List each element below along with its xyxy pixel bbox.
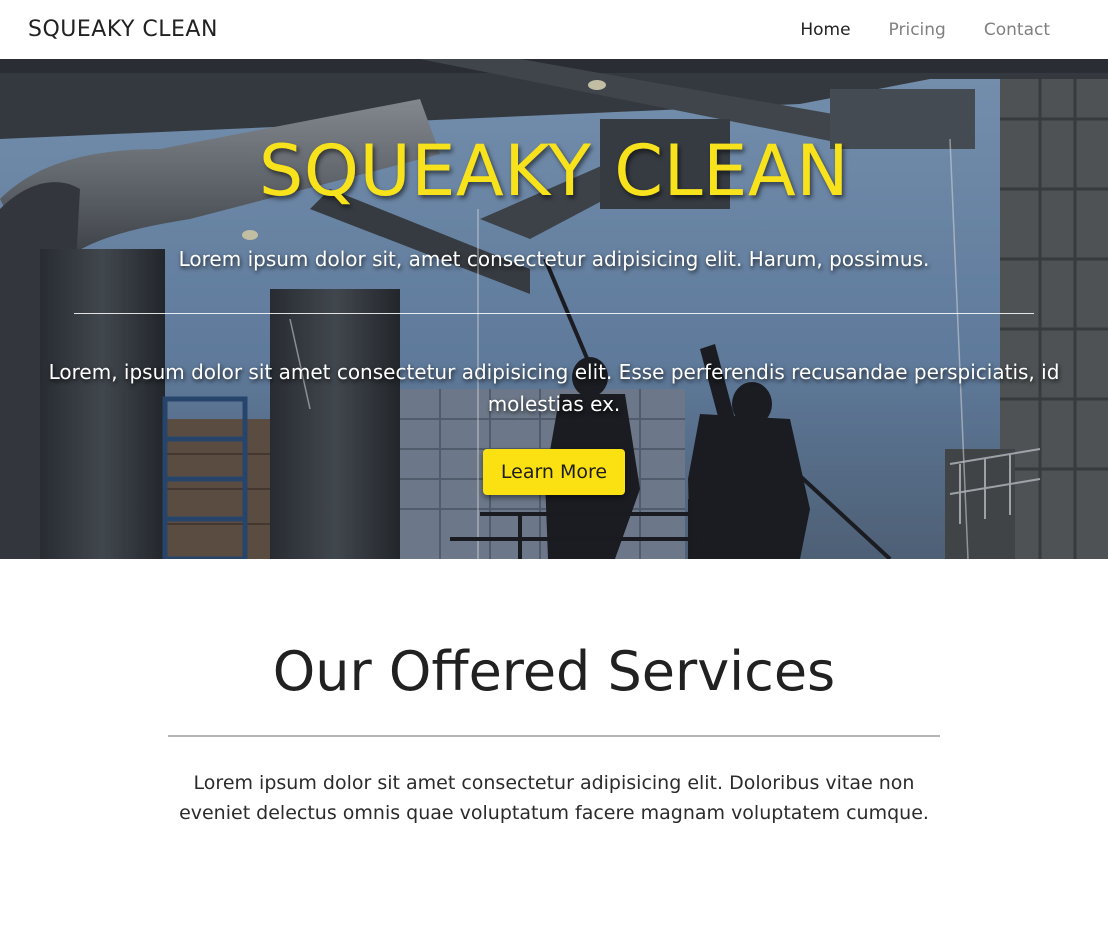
hero-title: SQUEAKY CLEAN (258, 130, 850, 212)
services-section: Our Offered Services Lorem ipsum dolor s… (0, 559, 1108, 930)
hero-divider (74, 313, 1034, 314)
hero-description: Lorem, ipsum dolor sit amet consectetur … (48, 360, 1060, 416)
nav-links: Home Pricing Contact (762, 20, 1080, 40)
navbar: SQUEAKY CLEAN Home Pricing Contact (0, 0, 1108, 59)
hero-content: SQUEAKY CLEAN Lorem ipsum dolor sit, ame… (0, 59, 1108, 559)
nav-link-contact[interactable]: Contact (984, 20, 1050, 40)
services-divider (168, 735, 940, 737)
nav-link-home[interactable]: Home (800, 20, 850, 40)
learn-more-button[interactable]: Learn More (483, 449, 625, 495)
brand-logo[interactable]: SQUEAKY CLEAN (28, 17, 218, 42)
services-title: Our Offered Services (272, 640, 836, 703)
hero-section: SQUEAKY CLEAN Lorem ipsum dolor sit, ame… (0, 59, 1108, 559)
hero-subtitle: Lorem ipsum dolor sit, amet consectetur … (178, 247, 930, 271)
services-text: Lorem ipsum dolor sit amet consectetur a… (179, 772, 929, 824)
nav-link-pricing[interactable]: Pricing (889, 20, 946, 40)
